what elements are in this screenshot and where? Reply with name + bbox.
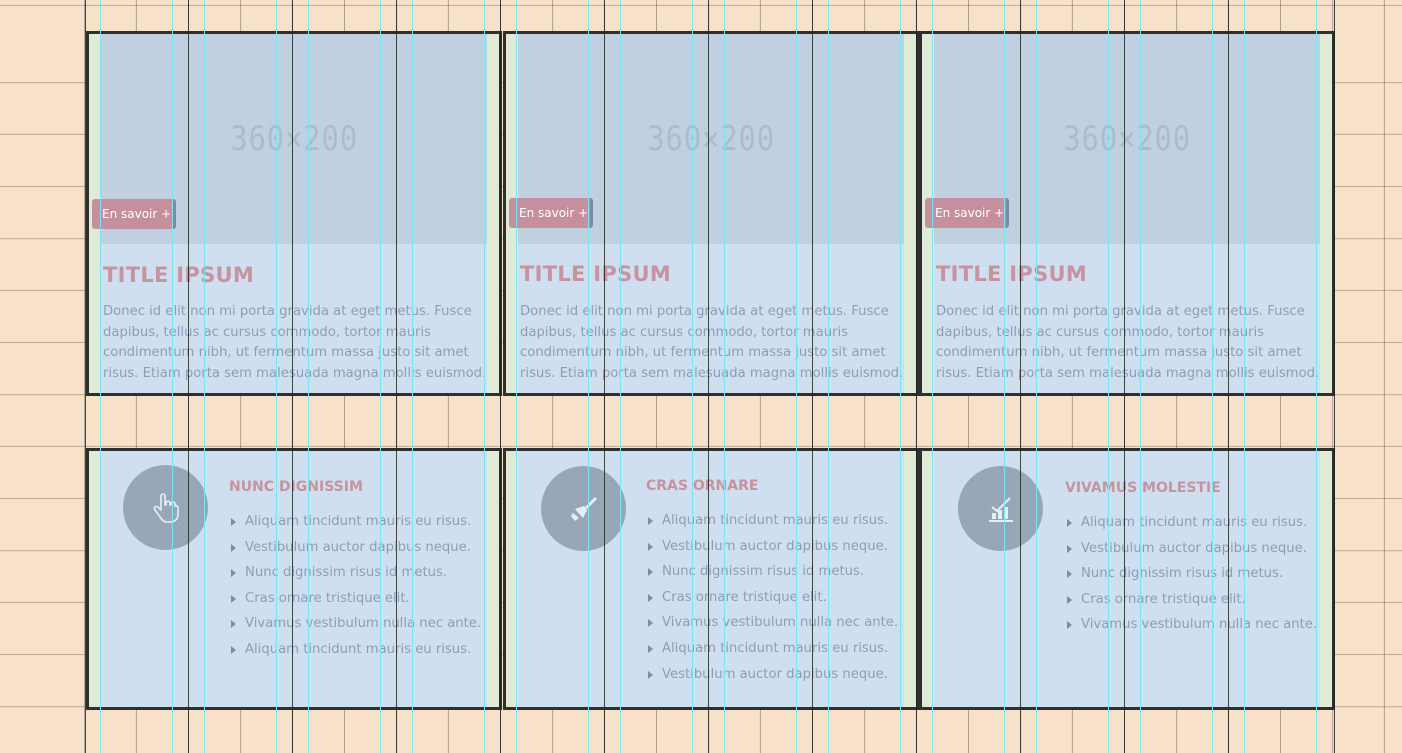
card-description: Donec id elit non mi porta gravida at eg… <box>103 304 487 381</box>
card-description: Donec id elit non mi porta gravida at eg… <box>936 304 1320 381</box>
list-item: Cras ornare tristique elit. <box>1065 587 1317 613</box>
card-title: TITLE IPSUM <box>520 262 672 286</box>
image-size-label: 360×200 <box>647 119 775 159</box>
learn-more-button[interactable]: En savoir + <box>92 199 176 229</box>
list-item: Vestibulum auctor dapibus neque. <box>1065 536 1317 562</box>
image-size-label: 360×200 <box>230 119 358 159</box>
image-size-label: 360×200 <box>1063 119 1191 159</box>
feature-list: Aliquam tincidunt mauris eu risus. Vesti… <box>1065 510 1317 638</box>
card-1: 360×200 En savoir + TITLE IPSUM Donec id… <box>86 31 502 396</box>
list-item: Vivamus vestibulum nulla nec ante. <box>229 611 481 637</box>
list-item: Aliquam tincidunt mauris eu risus. <box>646 508 898 534</box>
card-2: 360×200 En savoir + TITLE IPSUM Donec id… <box>503 31 919 396</box>
list-item: Aliquam tincidunt mauris eu risus. <box>229 637 481 663</box>
feature-title: CRAS ORNARE <box>646 478 759 494</box>
feature-title: NUNC DIGNISSIM <box>229 479 363 495</box>
list-item: Aliquam tincidunt mauris eu risus. <box>646 636 898 662</box>
feature-title: VIVAMUS MOLESTIE <box>1065 480 1221 496</box>
card-title: TITLE IPSUM <box>936 262 1088 286</box>
list-item: Cras ornare tristique elit. <box>229 586 481 612</box>
feature-list: Aliquam tincidunt mauris eu risus. Vesti… <box>646 508 898 687</box>
list-item: Vestibulum auctor dapibus neque. <box>646 662 898 688</box>
list-item: Aliquam tincidunt mauris eu risus. <box>229 509 481 535</box>
feature-card-3: VIVAMUS MOLESTIE Aliquam tincidunt mauri… <box>919 448 1335 710</box>
list-item: Cras ornare tristique elit. <box>646 585 898 611</box>
list-item: Aliquam tincidunt mauris eu risus. <box>1065 510 1317 536</box>
card-description: Donec id elit non mi porta gravida at eg… <box>520 304 904 381</box>
learn-more-button[interactable]: En savoir + <box>925 198 1009 228</box>
learn-more-button[interactable]: En savoir + <box>509 198 593 228</box>
list-item: Vivamus vestibulum nulla nec ante. <box>1065 612 1317 638</box>
feature-card-1: NUNC DIGNISSIM Aliquam tincidunt mauris … <box>86 448 502 710</box>
list-item: Vestibulum auctor dapibus neque. <box>646 534 898 560</box>
list-item: Vivamus vestibulum nulla nec ante. <box>646 610 898 636</box>
bar-chart-check-icon <box>958 466 1043 551</box>
list-item: Nunc dignissim risus id metus. <box>646 559 898 585</box>
feature-card-2: CRAS ORNARE Aliquam tincidunt mauris eu … <box>503 448 919 710</box>
card-title: TITLE IPSUM <box>103 263 255 287</box>
list-item: Nunc dignissim risus id metus. <box>1065 561 1317 587</box>
card-3: 360×200 En savoir + TITLE IPSUM Donec id… <box>919 31 1335 396</box>
list-item: Vestibulum auctor dapibus neque. <box>229 535 481 561</box>
list-item: Nunc dignissim risus id metus. <box>229 560 481 586</box>
paint-brush-icon <box>541 466 626 551</box>
hand-pointer-icon <box>123 465 208 550</box>
feature-list: Aliquam tincidunt mauris eu risus. Vesti… <box>229 509 481 663</box>
